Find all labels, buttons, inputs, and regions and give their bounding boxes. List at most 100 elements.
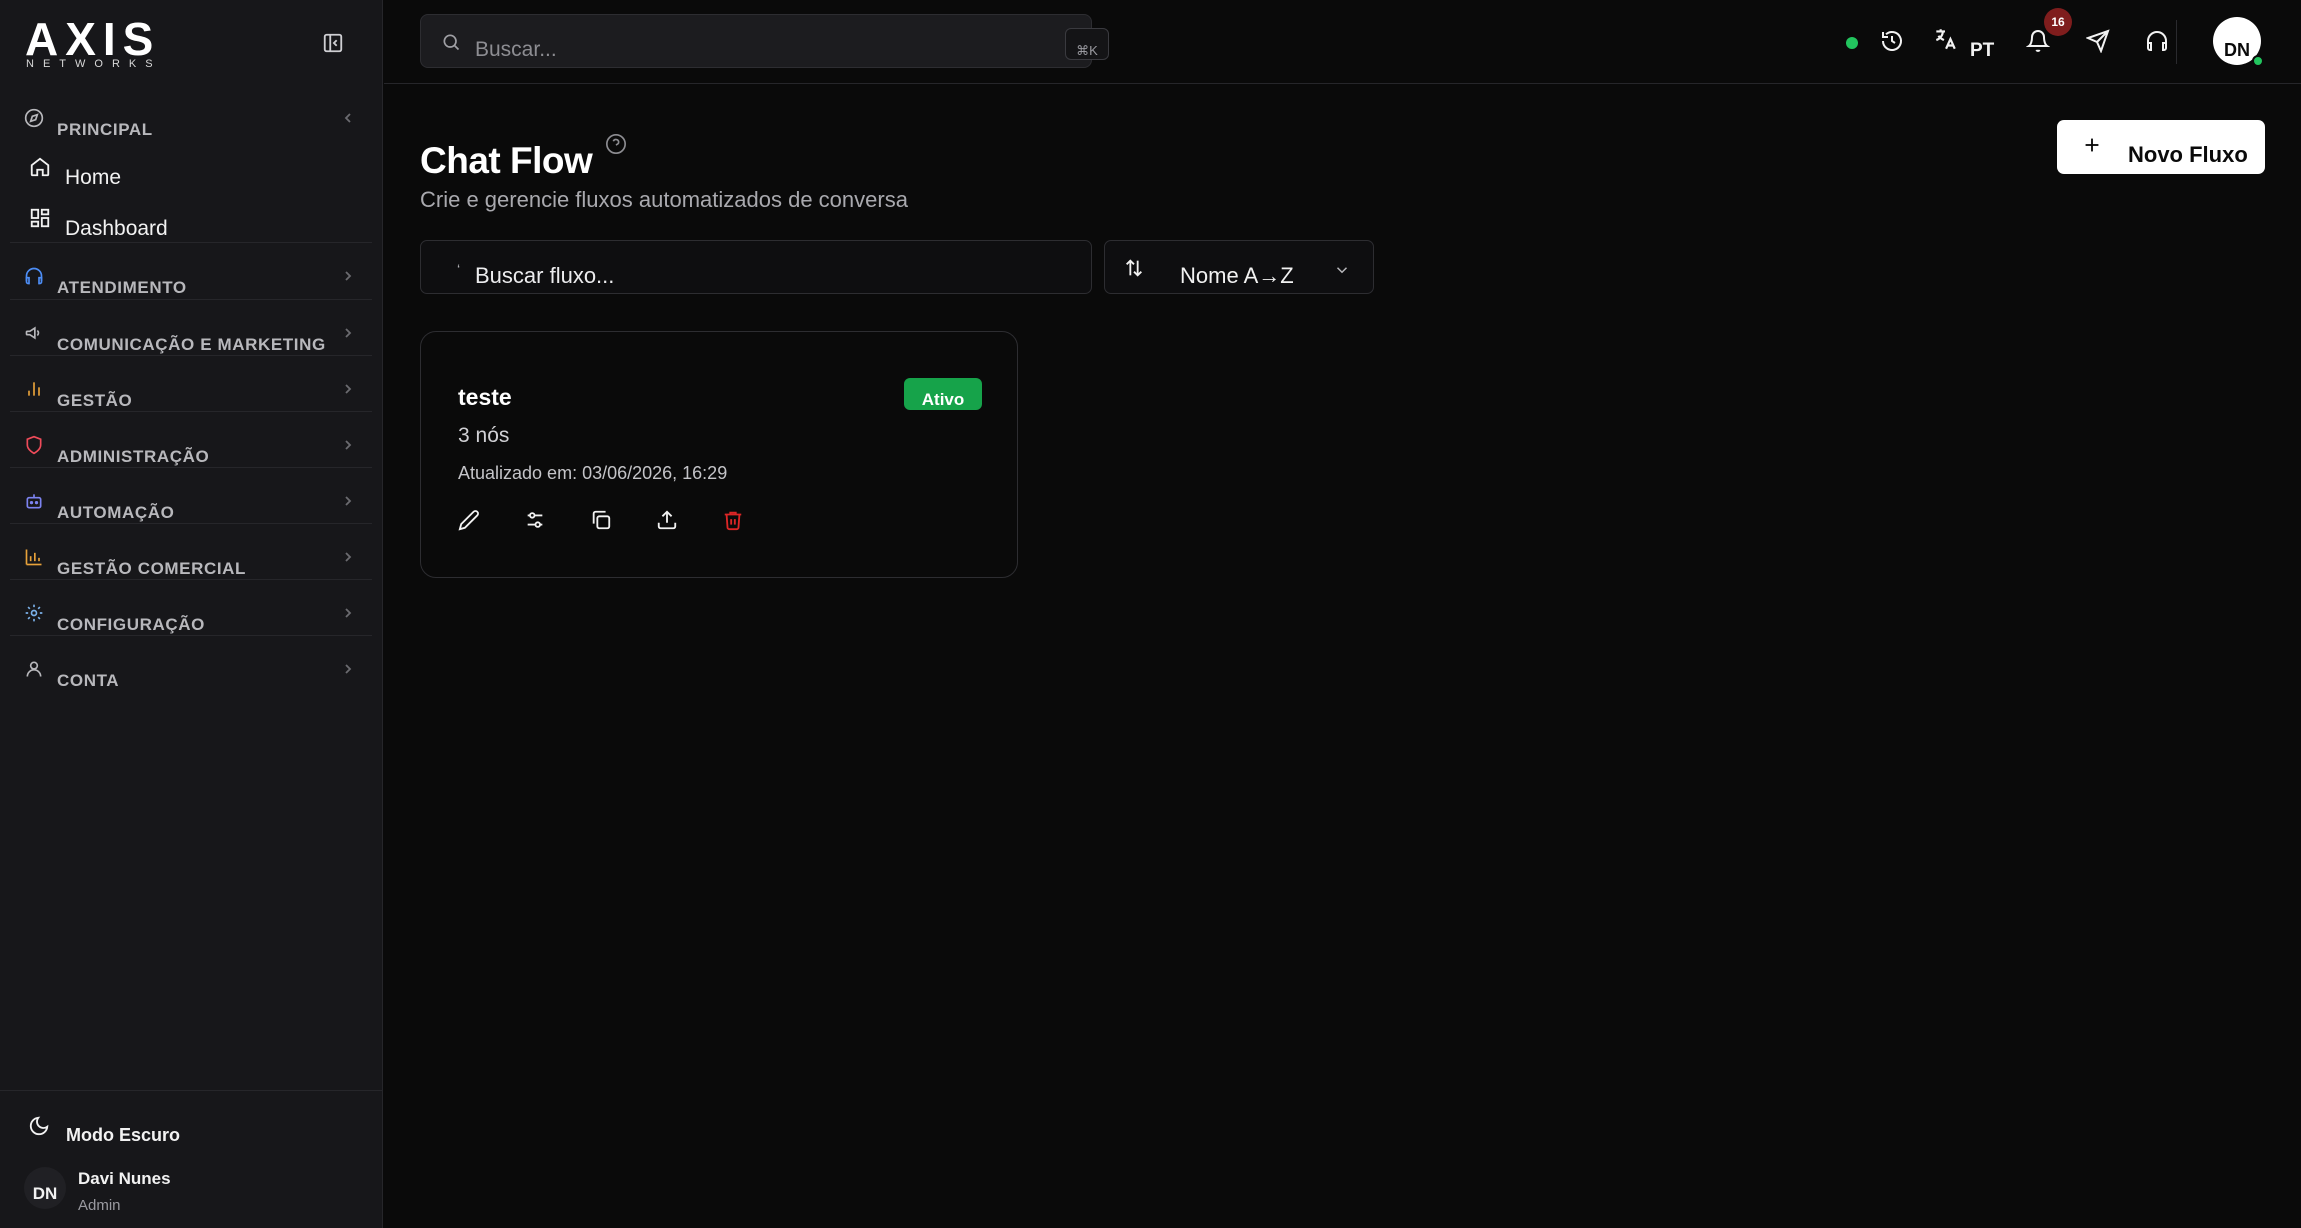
language-label: PT — [1970, 40, 1995, 61]
collapse-sidebar-button[interactable] — [318, 28, 348, 58]
new-flow-label: Novo Fluxo — [2128, 142, 2248, 167]
logo-main-text: AXIS — [25, 13, 161, 65]
sidebar-section-atendimento[interactable]: ATENDIMENTO — [0, 266, 383, 306]
sort-select[interactable]: Nome A→Z — [1104, 240, 1374, 294]
send-button[interactable] — [2079, 22, 2117, 60]
flow-settings-button[interactable] — [517, 502, 553, 538]
sidebar-section-label: COMUNICAÇÃO E MARKETING — [57, 335, 326, 354]
headset-icon — [24, 266, 46, 288]
divider — [10, 242, 372, 243]
dark-mode-label: Modo Escuro — [66, 1125, 181, 1145]
sidebar-section-label: CONTA — [57, 671, 120, 690]
compass-icon — [24, 108, 46, 130]
history-button[interactable] — [1873, 22, 1911, 60]
export-flow-button[interactable] — [649, 502, 685, 538]
bar-chart-icon — [24, 379, 46, 401]
flow-updated-at: Atualizado em: 03/06/2026, 16:29 — [458, 463, 728, 483]
page-subtitle: Crie e gerencie fluxos automatizados de … — [420, 187, 908, 212]
delete-flow-button[interactable] — [715, 502, 751, 538]
status-badge: Ativo — [904, 378, 982, 410]
send-icon — [2086, 29, 2110, 53]
sort-label: Nome A→Z — [1180, 263, 1294, 288]
duplicate-flow-button[interactable] — [583, 502, 619, 538]
pencil-icon — [458, 509, 480, 531]
sidebar-section-conta[interactable]: CONTA — [0, 659, 383, 699]
sidebar-item-home[interactable]: Home — [0, 156, 383, 196]
line-chart-icon — [24, 547, 46, 569]
sidebar-section-label: GESTÃO — [57, 391, 133, 410]
notification-count-badge: 16 — [2044, 8, 2072, 36]
divider — [10, 523, 372, 524]
sidebar-section-principal[interactable]: PRINCIPAL — [0, 108, 383, 148]
sort-icon — [1123, 257, 1145, 279]
sidebar-section-label: ATENDIMENTO — [57, 278, 187, 297]
plus-icon — [2081, 134, 2103, 156]
flow-name: teste — [458, 384, 512, 410]
sidebar-section-comunicacao-marketing[interactable]: COMUNICAÇÃO E MARKETING — [0, 323, 383, 363]
edit-flow-button[interactable] — [451, 502, 487, 538]
sidebar-section-configuracao[interactable]: CONFIGURAÇÃO — [0, 603, 383, 643]
search-shortcut: ⌘K — [1065, 28, 1109, 60]
flow-card[interactable]: teste Ativo 3 nós Atualizado em: 03/06/2… — [420, 331, 1018, 578]
user-profile[interactable]: DN Davi Nunes Admin — [24, 1167, 324, 1223]
sidebar-item-dashboard[interactable]: Dashboard — [0, 207, 383, 247]
sidebar-section-label: CONFIGURAÇÃO — [57, 615, 205, 634]
new-flow-button[interactable]: Novo Fluxo — [2057, 120, 2265, 174]
flow-node-count: 3 nós — [458, 424, 510, 447]
chevron-right-icon — [342, 268, 354, 284]
bot-icon — [24, 491, 46, 513]
search-icon — [441, 32, 461, 52]
sidebar-item-label: Home — [65, 166, 122, 189]
sidebar-section-label: AUTOMAÇÃO — [57, 503, 175, 522]
copy-icon — [590, 509, 612, 531]
divider — [10, 467, 372, 468]
chevron-right-icon — [342, 437, 354, 453]
dashboard-icon — [29, 207, 53, 231]
flow-search-input[interactable] — [475, 261, 1035, 291]
chevron-right-icon — [342, 493, 354, 509]
support-button[interactable] — [2138, 22, 2176, 60]
sidebar-footer: Modo Escuro DN Davi Nunes Admin — [0, 1090, 383, 1228]
logo[interactable]: AXIS NETWORKS — [25, 13, 170, 70]
sliders-icon — [524, 509, 546, 531]
translate-icon — [1932, 26, 1958, 52]
chevron-down-icon — [1333, 261, 1351, 279]
divider — [10, 579, 372, 580]
logo-sub-text: NETWORKS — [26, 58, 162, 70]
history-icon — [1880, 29, 1904, 53]
search-input[interactable] — [475, 35, 975, 65]
upload-icon — [656, 509, 678, 531]
headset-icon — [2145, 29, 2169, 53]
divider — [10, 635, 372, 636]
dark-mode-toggle[interactable]: Modo Escuro — [28, 1115, 328, 1145]
bell-icon — [2026, 29, 2050, 53]
moon-icon — [28, 1115, 50, 1137]
sidebar-section-gestao[interactable]: GESTÃO — [0, 379, 383, 419]
sidebar: AXIS NETWORKS PRINCIPAL Home Dashboard A… — [0, 0, 383, 1228]
sidebar-section-label: ADMINISTRAÇÃO — [57, 447, 210, 466]
sidebar-section-administracao[interactable]: ADMINISTRAÇÃO — [0, 435, 383, 475]
online-status-dot — [1846, 37, 1858, 49]
chevron-right-icon — [342, 549, 354, 565]
topbar: ⌘K PT 16 DN — [384, 0, 2301, 84]
divider — [10, 355, 372, 356]
sidebar-section-gestao-comercial[interactable]: GESTÃO COMERCIAL — [0, 547, 383, 587]
sidebar-item-label: Dashboard — [65, 217, 168, 240]
language-selector[interactable]: PT — [1932, 24, 2002, 64]
flow-search[interactable]: ‘ — [420, 240, 1092, 294]
global-search[interactable]: ⌘K — [420, 14, 1109, 68]
trash-icon — [722, 509, 744, 531]
divider — [10, 299, 372, 300]
online-status-dot — [2252, 55, 2264, 67]
sidebar-section-automacao[interactable]: AUTOMAÇÃO — [0, 491, 383, 531]
panel-left-icon — [322, 32, 344, 54]
avatar: DN — [24, 1167, 66, 1209]
gear-icon — [24, 603, 46, 625]
chevron-left-icon — [342, 110, 354, 126]
help-icon[interactable] — [605, 133, 627, 155]
divider — [2176, 20, 2177, 64]
chevron-right-icon — [342, 325, 354, 341]
search-icon: ‘ — [457, 261, 461, 277]
sidebar-section-label: GESTÃO COMERCIAL — [57, 559, 247, 578]
chevron-right-icon — [342, 661, 354, 677]
